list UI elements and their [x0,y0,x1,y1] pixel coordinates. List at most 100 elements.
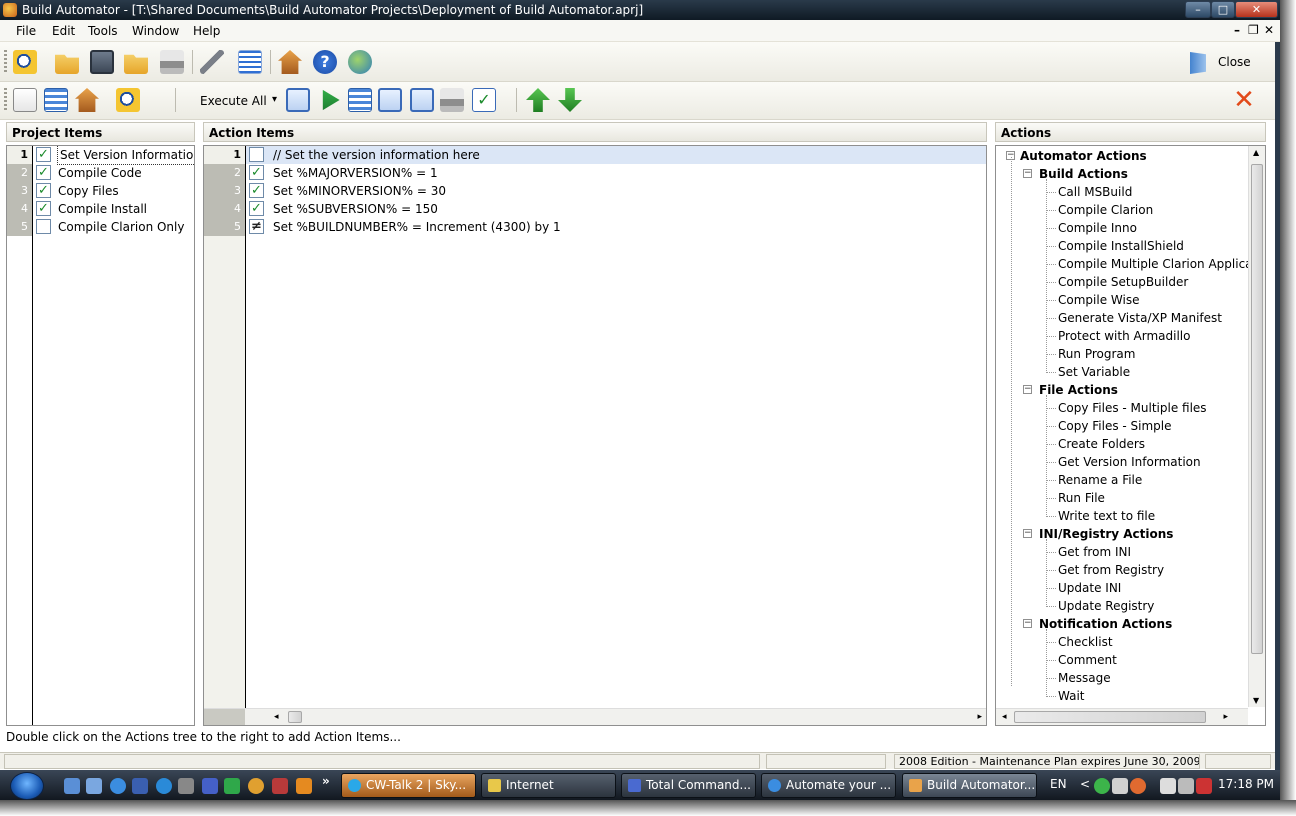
tray-expand-icon[interactable]: < [1080,777,1090,791]
vertical-scrollbar[interactable]: ▲ ▼ [1248,146,1265,707]
scroll-left-icon[interactable]: ◂ [1002,712,1007,722]
arrow-down-icon[interactable] [558,88,582,112]
table-icon[interactable] [44,88,68,112]
tree-action-item[interactable]: Rename a File [1058,471,1142,489]
tree-action-item[interactable]: Comment [1058,651,1117,669]
tray-app-icon[interactable] [1130,778,1146,794]
project-item-row[interactable]: 3 ✓ Copy Files [7,182,194,200]
tree-group[interactable]: Notification Actions [1039,615,1172,633]
tree-action-item[interactable]: Get from INI [1058,543,1131,561]
wrench-icon[interactable] [200,50,224,74]
project-item-row[interactable]: 1 ✓ Set Version Information [7,146,194,165]
task-button[interactable]: Total Command... [621,773,756,798]
tree-action-item[interactable]: Message [1058,669,1111,687]
enable-checkbox[interactable]: ✓ [249,183,264,198]
switch-windows-icon[interactable] [86,778,102,794]
plus-icon[interactable] [224,778,240,794]
tree-action-item[interactable]: Wait [1058,687,1085,705]
tree-action-item[interactable]: Copy Files - Multiple files [1058,399,1207,417]
tree-action-item[interactable]: Update INI [1058,579,1121,597]
project-item-row[interactable]: 5 Compile Clarion Only [7,218,194,236]
chevron-down-icon[interactable]: ▾ [272,94,277,105]
tree-action-item[interactable]: Get from Registry [1058,561,1164,579]
project-item-row[interactable]: 4 ✓ Compile Install [7,200,194,218]
tree-action-item[interactable]: Call MSBuild [1058,183,1132,201]
run-checked-icon[interactable] [378,88,402,112]
open-folder-icon[interactable] [124,54,148,74]
tree-action-item[interactable]: Write text to file [1058,507,1155,525]
enable-checkbox[interactable] [36,219,51,234]
run-from-selected-icon[interactable] [348,88,372,112]
action-item-row[interactable]: 4 ✓ Set %SUBVERSION% = 150 [204,200,986,218]
start-button[interactable] [10,772,44,800]
tree-action-item[interactable]: Get Version Information [1058,453,1201,471]
scroll-down-icon[interactable]: ▼ [1253,696,1259,705]
tray-app-icon[interactable] [1112,778,1128,794]
execute-all-button[interactable]: Execute All ▾ [188,92,280,110]
tree-expander[interactable]: − [1023,529,1032,538]
new-folder-icon[interactable] [55,54,79,74]
tree-action-item[interactable]: Compile Wise [1058,291,1139,309]
find-icon[interactable] [13,50,37,74]
print-icon[interactable] [160,50,184,74]
tree-action-item[interactable]: Update Registry [1058,597,1154,615]
toolbar-grip[interactable] [4,50,7,74]
edit-note-icon[interactable] [13,88,37,112]
tree-group[interactable]: File Actions [1039,381,1118,399]
enable-checkbox[interactable]: ✓ [249,201,264,216]
menu-edit[interactable]: Edit [52,24,75,38]
tree-action-item[interactable]: Run Program [1058,345,1135,363]
scroll-up-icon[interactable]: ▲ [1253,148,1259,157]
project-item-row[interactable]: 2 ✓ Compile Code [7,164,194,182]
menu-help[interactable]: Help [193,24,220,38]
horizontal-scrollbar[interactable]: ◂ ▸ [996,708,1248,725]
tree-action-item[interactable]: Compile InstallShield [1058,237,1184,255]
maximize-button[interactable]: □ [1211,1,1235,18]
tree-action-item[interactable]: Copy Files - Simple [1058,417,1172,435]
action-item-row[interactable]: 2 ✓ Set %MAJORVERSION% = 1 [204,164,986,182]
print-icon[interactable] [440,88,464,112]
app-icon[interactable] [272,778,288,794]
tree-action-item[interactable]: Compile Inno [1058,219,1137,237]
run-icon[interactable] [322,89,340,111]
internet-explorer-icon[interactable] [110,778,126,794]
close-button[interactable]: Close [1186,52,1256,74]
language-indicator[interactable]: EN [1050,777,1067,791]
minimize-button[interactable]: – [1185,1,1211,18]
toolbar-grip[interactable] [4,88,7,112]
mdi-close-button[interactable]: ✕ [1264,23,1274,37]
mdi-restore-button[interactable]: ❐ [1248,23,1259,37]
task-button[interactable]: Internet [481,773,616,798]
delete-icon[interactable]: ✕ [1232,87,1256,113]
actions-tree[interactable]: − Automator Actions − Build Actions Call MSB… [995,145,1266,726]
enable-checkbox[interactable]: ✓ [36,165,51,180]
close-window-button[interactable]: ✕ [1235,1,1278,18]
tool-icon[interactable] [178,778,194,794]
home-icon[interactable] [75,88,99,112]
task-button[interactable]: CW-Talk 2 | Sky... [341,773,476,798]
help-icon[interactable]: ? [313,50,337,74]
task-button[interactable]: Build Automator... [902,773,1037,798]
tree-action-item[interactable]: Compile Multiple Clarion Applicat [1058,255,1257,273]
list-icon[interactable] [238,50,262,74]
execute-checked-icon[interactable] [286,88,310,112]
horizontal-scroll-thumb[interactable] [1014,711,1206,723]
enable-checkbox[interactable] [249,147,264,162]
action-item-row[interactable]: 3 ✓ Set %MINORVERSION% = 30 [204,182,986,200]
enable-checkbox[interactable]: ✓ [36,183,51,198]
volume-muted-icon[interactable] [1196,778,1212,794]
project-items-list[interactable]: 1 ✓ Set Version Information 2 ✓ Compile Code 3… [6,145,195,726]
tree-expander[interactable]: − [1023,619,1032,628]
tree-action-item[interactable]: Compile SetupBuilder [1058,273,1188,291]
action-items-list[interactable]: 1 // Set the version information here 2 ✓ Se… [203,145,987,726]
enable-checkbox[interactable]: ≠ [249,219,264,234]
tree-action-item[interactable]: Set Variable [1058,363,1130,381]
save-icon[interactable] [90,50,114,74]
media-icon[interactable] [296,778,312,794]
tree-expander[interactable]: − [1023,385,1032,394]
network-icon[interactable] [1160,778,1176,794]
quicklaunch-chevron[interactable]: » [322,774,330,788]
vertical-scroll-thumb[interactable] [1251,164,1263,654]
run-single-icon[interactable] [410,88,434,112]
tray-app-icon[interactable] [1094,778,1110,794]
